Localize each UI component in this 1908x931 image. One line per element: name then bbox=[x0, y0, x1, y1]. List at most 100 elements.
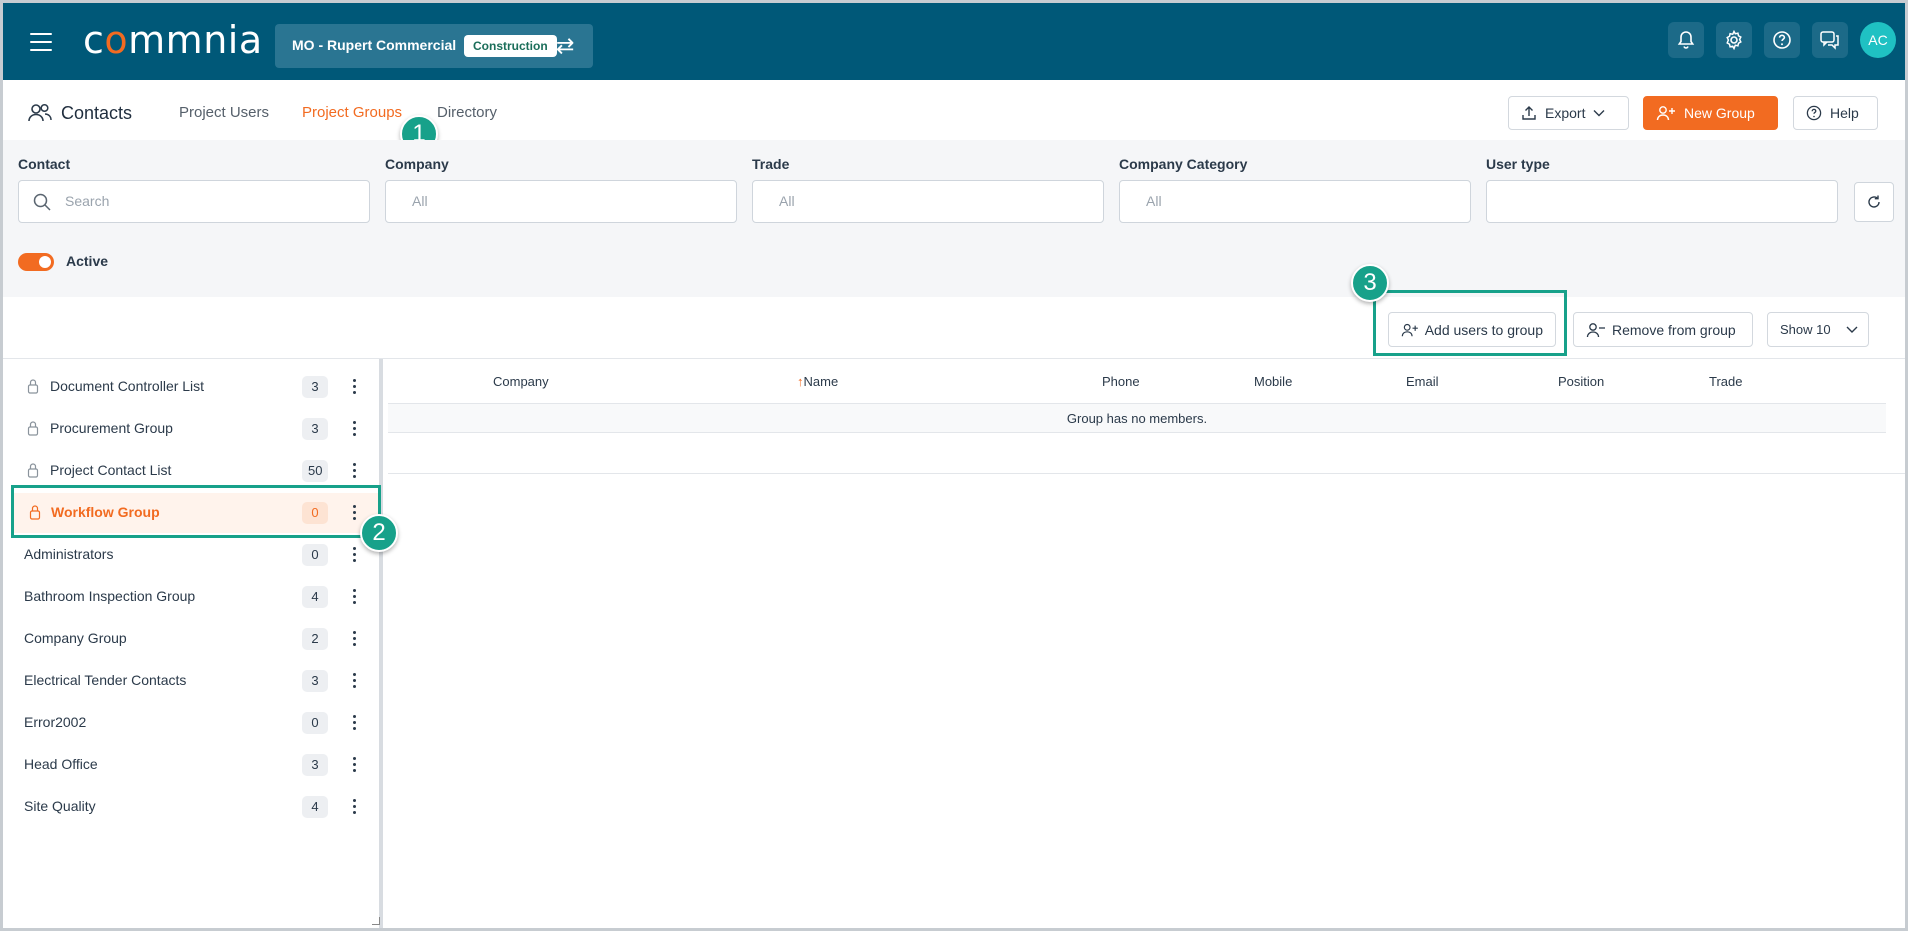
group-item-head-office[interactable]: Head Office 3 bbox=[3, 745, 379, 785]
column-header-mobile[interactable]: Mobile bbox=[1254, 374, 1292, 389]
group-name: Error2002 bbox=[24, 714, 87, 730]
more-options-icon[interactable] bbox=[349, 754, 359, 776]
page-size-select[interactable]: Show 10 bbox=[1767, 312, 1869, 347]
company-category-select[interactable]: All bbox=[1119, 180, 1471, 223]
more-options-icon[interactable] bbox=[349, 712, 359, 734]
active-toggle[interactable] bbox=[18, 253, 54, 271]
column-header-trade[interactable]: Trade bbox=[1709, 374, 1742, 389]
project-name: MO - Rupert Commercial bbox=[292, 37, 457, 53]
step-marker-3: 3 bbox=[1351, 264, 1389, 302]
group-item-administrators[interactable]: Administrators 0 bbox=[3, 535, 379, 575]
tab-project-users[interactable]: Project Users bbox=[179, 104, 269, 121]
group-item-site-quality[interactable]: Site Quality 4 bbox=[3, 787, 379, 827]
more-options-icon[interactable] bbox=[349, 418, 359, 440]
trade-select[interactable]: All bbox=[752, 180, 1104, 223]
column-header-name[interactable]: ↑Name bbox=[797, 374, 838, 389]
swap-icon: ⇄ bbox=[556, 33, 575, 58]
group-member-count: 3 bbox=[302, 754, 328, 776]
resize-handle[interactable] bbox=[372, 917, 380, 925]
company-select[interactable]: All bbox=[385, 180, 737, 223]
reset-filters-button[interactable] bbox=[1854, 182, 1894, 222]
group-member-count: 3 bbox=[302, 376, 328, 398]
group-member-count: 0 bbox=[302, 544, 328, 566]
notifications-button[interactable] bbox=[1668, 22, 1704, 58]
refresh-icon bbox=[1868, 195, 1880, 208]
column-header-name-label: Name bbox=[803, 374, 839, 389]
group-item-error2002[interactable]: Error2002 0 bbox=[3, 703, 379, 743]
company-category-label: Company Category bbox=[1119, 156, 1248, 172]
app-logo[interactable]: commnia bbox=[83, 21, 263, 59]
more-options-icon[interactable] bbox=[349, 670, 359, 692]
new-group-label: New Group bbox=[1684, 105, 1755, 121]
add-users-label: Add users to group bbox=[1424, 321, 1543, 338]
page-size-value: Show 10 bbox=[1780, 322, 1831, 337]
contact-search-input[interactable]: Search bbox=[18, 180, 370, 223]
column-header-email[interactable]: Email bbox=[1406, 374, 1439, 389]
lock-icon bbox=[27, 463, 39, 478]
group-item-procurement-group[interactable]: Procurement Group 3 bbox=[3, 409, 379, 449]
add-users-to-group-button[interactable]: Add users to group bbox=[1388, 312, 1556, 347]
group-name: Project Contact List bbox=[50, 462, 172, 478]
more-options-icon[interactable] bbox=[349, 628, 359, 650]
column-header-phone[interactable]: Phone bbox=[1102, 374, 1140, 389]
more-options-icon[interactable] bbox=[349, 460, 359, 482]
help-center-button[interactable] bbox=[1764, 22, 1800, 58]
bell-icon bbox=[1677, 31, 1695, 49]
users-icon bbox=[28, 103, 52, 122]
remove-from-group-label: Remove from group bbox=[1612, 321, 1736, 338]
user-type-select[interactable] bbox=[1486, 180, 1838, 223]
group-name: Company Group bbox=[24, 630, 127, 646]
trade-filter-label: Trade bbox=[752, 156, 790, 172]
user-avatar[interactable]: AC bbox=[1860, 22, 1896, 58]
chat-icon bbox=[1820, 31, 1839, 50]
project-switcher[interactable]: MO - Rupert Commercial Construction ⇄ bbox=[275, 24, 593, 68]
contact-search-placeholder: Search bbox=[65, 193, 110, 209]
more-options-icon[interactable] bbox=[349, 544, 359, 566]
upload-icon bbox=[1522, 106, 1536, 120]
group-member-count: 2 bbox=[302, 628, 328, 650]
menu-icon[interactable] bbox=[30, 33, 52, 51]
active-toggle-label: Active bbox=[66, 253, 109, 269]
new-group-button[interactable]: New Group bbox=[1643, 96, 1778, 130]
column-header-company[interactable]: Company bbox=[493, 374, 549, 389]
tab-project-groups[interactable]: Project Groups bbox=[302, 104, 402, 121]
settings-button[interactable] bbox=[1716, 22, 1752, 58]
group-item-bathroom-inspection-group[interactable]: Bathroom Inspection Group 4 bbox=[3, 577, 379, 617]
project-type-badge: Construction bbox=[464, 35, 557, 57]
more-options-icon[interactable] bbox=[349, 796, 359, 818]
help-label: Help bbox=[1830, 105, 1859, 121]
group-name: Document Controller List bbox=[50, 378, 205, 394]
members-table-header: Company ↑Name Phone Mobile Email Positio… bbox=[388, 359, 1886, 404]
group-item-electrical-tender-contacts[interactable]: Electrical Tender Contacts 3 bbox=[3, 661, 379, 701]
export-button[interactable]: Export bbox=[1508, 96, 1629, 130]
chevron-down-icon bbox=[1593, 110, 1605, 117]
group-name: Head Office bbox=[24, 756, 98, 772]
top-bar: commnia MO - Rupert Commercial Construct… bbox=[3, 3, 1905, 80]
company-filter-label: Company bbox=[385, 156, 449, 172]
group-name: Bathroom Inspection Group bbox=[24, 588, 196, 604]
messages-button[interactable] bbox=[1812, 22, 1848, 58]
page-title-text: Contacts bbox=[61, 102, 133, 123]
group-member-count: 3 bbox=[302, 418, 328, 440]
contact-filter-label: Contact bbox=[18, 156, 71, 172]
group-item-document-controller-list[interactable]: Document Controller List 3 bbox=[3, 367, 379, 407]
help-button[interactable]: Help bbox=[1793, 96, 1878, 130]
question-icon bbox=[1773, 31, 1791, 49]
filter-panel: Contact Search Company All Trade All Com… bbox=[3, 140, 1905, 297]
group-name: Site Quality bbox=[24, 798, 96, 814]
selected-group-highlight-box bbox=[11, 485, 381, 538]
remove-from-group-button[interactable]: Remove from group bbox=[1573, 312, 1753, 347]
more-options-icon[interactable] bbox=[349, 586, 359, 608]
group-member-count: 4 bbox=[302, 796, 328, 818]
step-marker-2: 2 bbox=[360, 514, 398, 552]
remove-user-icon bbox=[1586, 322, 1605, 337]
group-list: Document Controller List 3 Procurement G… bbox=[3, 359, 383, 928]
column-header-position[interactable]: Position bbox=[1558, 374, 1604, 389]
more-options-icon[interactable] bbox=[349, 376, 359, 398]
empty-table-message: Group has no members. bbox=[388, 404, 1886, 433]
group-name: Electrical Tender Contacts bbox=[24, 672, 187, 688]
table-bottom-border bbox=[388, 473, 1905, 474]
tab-directory[interactable]: Directory bbox=[437, 104, 497, 121]
chevron-down-icon bbox=[1846, 326, 1858, 333]
group-item-company-group[interactable]: Company Group 2 bbox=[3, 619, 379, 659]
